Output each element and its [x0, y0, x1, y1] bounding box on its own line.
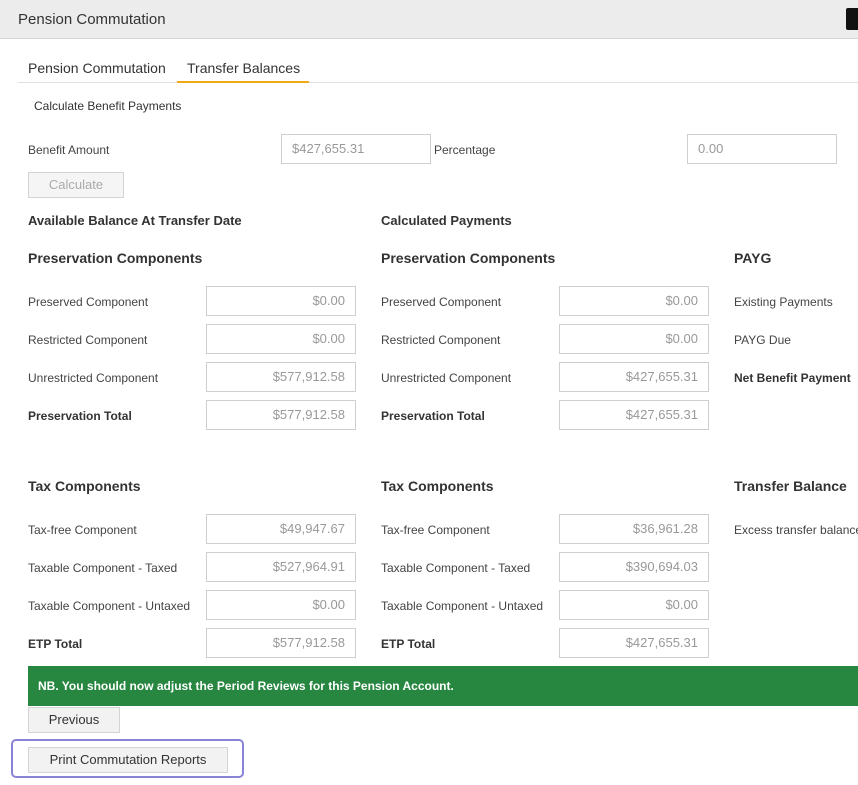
- avail-taxable-untaxed-field[interactable]: $0.00: [206, 590, 356, 620]
- avail-taxable-taxed-field[interactable]: $527,964.91: [206, 552, 356, 582]
- calculated-payments-heading: Calculated Payments: [381, 213, 512, 228]
- calculate-button[interactable]: Calculate: [28, 172, 124, 198]
- excess-transfer-balance-label: Excess transfer balance: [734, 523, 858, 537]
- print-commutation-reports-button[interactable]: Print Commutation Reports: [28, 747, 228, 773]
- available-preservation-heading: Preservation Components: [28, 250, 203, 266]
- percentage-label: Percentage: [434, 143, 496, 157]
- calc-preserved-label: Preserved Component: [381, 295, 502, 309]
- avail-unrestricted-label: Unrestricted Component: [28, 371, 159, 385]
- calc-restricted-field[interactable]: $0.00: [559, 324, 709, 354]
- period-review-notice: NB. You should now adjust the Period Rev…: [28, 666, 858, 706]
- calc-taxable-untaxed-field[interactable]: $0.00: [559, 590, 709, 620]
- percentage-input[interactable]: 0.00: [687, 134, 837, 164]
- avail-tax-free-field[interactable]: $49,947.67: [206, 514, 356, 544]
- net-benefit-payment-label: Net Benefit Payment: [734, 371, 851, 385]
- calc-taxable-taxed-label: Taxable Component - Taxed: [381, 561, 531, 575]
- avail-restricted-label: Restricted Component: [28, 333, 148, 347]
- previous-button[interactable]: Previous: [28, 707, 120, 733]
- calc-etp-total-label: ETP Total: [381, 637, 436, 651]
- payg-due-label: PAYG Due: [734, 333, 791, 347]
- available-tax-heading: Tax Components: [28, 478, 141, 494]
- calculate-section-title: Calculate Benefit Payments: [34, 99, 182, 113]
- benefit-amount-label: Benefit Amount: [28, 143, 110, 157]
- calc-tax-free-field[interactable]: $36,961.28: [559, 514, 709, 544]
- avail-etp-total-field[interactable]: $577,912.58: [206, 628, 356, 658]
- calc-tax-free-label: Tax-free Component: [381, 523, 490, 537]
- window-control-icon[interactable]: [846, 8, 858, 30]
- available-balance-heading: Available Balance At Transfer Date: [28, 213, 242, 228]
- avail-preservation-total-field[interactable]: $577,912.58: [206, 400, 356, 430]
- calc-preserved-field[interactable]: $0.00: [559, 286, 709, 316]
- avail-preservation-total-label: Preservation Total: [28, 409, 132, 423]
- calc-preservation-total-field[interactable]: $427,655.31: [559, 400, 709, 430]
- avail-preserved-label: Preserved Component: [28, 295, 149, 309]
- benefit-amount-input[interactable]: $427,655.31: [281, 134, 431, 164]
- calculated-tax-heading: Tax Components: [381, 478, 494, 494]
- calc-unrestricted-label: Unrestricted Component: [381, 371, 512, 385]
- avail-taxable-taxed-label: Taxable Component - Taxed: [28, 561, 178, 575]
- avail-taxable-untaxed-label: Taxable Component - Untaxed: [28, 599, 191, 613]
- calc-preservation-total-label: Preservation Total: [381, 409, 485, 423]
- calc-unrestricted-field[interactable]: $427,655.31: [559, 362, 709, 392]
- window-title: Pension Commutation: [18, 11, 166, 28]
- avail-unrestricted-field[interactable]: $577,912.58: [206, 362, 356, 392]
- avail-etp-total-label: ETP Total: [28, 637, 83, 651]
- calculated-preservation-heading: Preservation Components: [381, 250, 556, 266]
- calc-restricted-label: Restricted Component: [381, 333, 501, 347]
- payg-existing-payments-label: Existing Payments: [734, 295, 833, 309]
- avail-restricted-field[interactable]: $0.00: [206, 324, 356, 354]
- payg-heading: PAYG: [734, 250, 772, 266]
- avail-preserved-field[interactable]: $0.00: [206, 286, 356, 316]
- calc-taxable-untaxed-label: Taxable Component - Untaxed: [381, 599, 544, 613]
- calc-etp-total-field[interactable]: $427,655.31: [559, 628, 709, 658]
- transfer-balance-heading: Transfer Balance: [734, 478, 847, 494]
- avail-tax-free-label: Tax-free Component: [28, 523, 137, 537]
- tab-active-indicator: [177, 81, 309, 83]
- tab-transfer-balances[interactable]: Transfer Balances: [187, 60, 300, 76]
- tab-strip-border: [18, 82, 858, 83]
- tab-pension-commutation[interactable]: Pension Commutation: [28, 60, 166, 76]
- calc-taxable-taxed-field[interactable]: $390,694.03: [559, 552, 709, 582]
